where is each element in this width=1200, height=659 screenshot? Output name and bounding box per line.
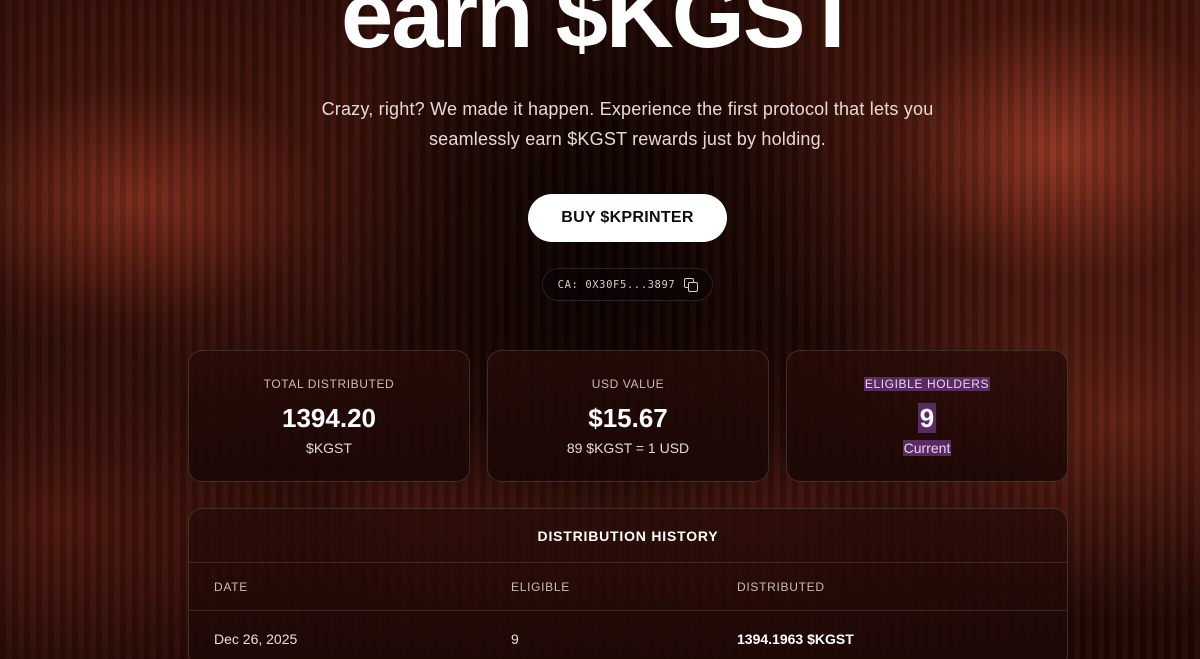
- history-title: DISTRIBUTION HISTORY: [189, 509, 1067, 563]
- stat-label-highlight: ELIGIBLE HOLDERS: [863, 377, 991, 391]
- cell-eligible: 9: [511, 631, 519, 647]
- stat-card-total-distributed: TOTAL DISTRIBUTED 1394.20 $KGST: [188, 350, 470, 482]
- cell-distributed: 1394.1963 $KGST: [737, 631, 854, 647]
- stat-unit: 89 $KGST = 1 USD: [566, 440, 690, 456]
- page-content: earn $KGST Crazy, right? We made it happ…: [0, 0, 1200, 659]
- buy-button[interactable]: BUY $KPRINTER: [528, 194, 727, 242]
- table-header-row: DATE ELIGIBLE DISTRIBUTED: [189, 563, 1067, 611]
- stat-value: 9: [787, 403, 1067, 434]
- stat-label: TOTAL DISTRIBUTED: [263, 377, 395, 391]
- stat-value: 1394.20: [282, 403, 376, 433]
- stat-unit: $KGST: [306, 440, 352, 456]
- hero-subtitle-line2: seamlessly earn $KGST rewards just by ho…: [428, 129, 827, 149]
- contract-address-text: CA: 0X30F5...3897: [557, 278, 676, 291]
- distribution-history-table: DISTRIBUTION HISTORY DATE ELIGIBLE DISTR…: [188, 508, 1068, 659]
- header-distributed: DISTRIBUTED: [737, 579, 825, 594]
- stat-card-usd-value: USD VALUE $15.67 89 $KGST = 1 USD: [487, 350, 769, 482]
- header-eligible: ELIGIBLE: [511, 579, 570, 594]
- stat-unit: Current: [787, 440, 1067, 456]
- hero-title: earn $KGST: [340, 0, 861, 67]
- hero-subtitle: Crazy, right? We made it happen. Experie…: [290, 94, 965, 154]
- stat-label: USD VALUE: [591, 377, 665, 391]
- stat-label: ELIGIBLE HOLDERS: [787, 377, 1067, 391]
- stat-value: $15.67: [588, 403, 668, 433]
- stat-value-highlight: 9: [917, 403, 937, 433]
- header-date: DATE: [214, 579, 248, 594]
- stat-unit-highlight: Current: [902, 440, 952, 456]
- cell-date: Dec 26, 2025: [214, 631, 298, 647]
- table-row: Dec 26, 2025 9 1394.1963 $KGST: [189, 611, 1067, 659]
- copy-icon[interactable]: [684, 278, 699, 292]
- contract-address-pill[interactable]: CA: 0X30F5...3897: [542, 268, 713, 301]
- stat-card-eligible-holders: ELIGIBLE HOLDERS 9 Current: [786, 350, 1068, 482]
- hero-subtitle-line1: Crazy, right? We made it happen. Experie…: [321, 99, 934, 119]
